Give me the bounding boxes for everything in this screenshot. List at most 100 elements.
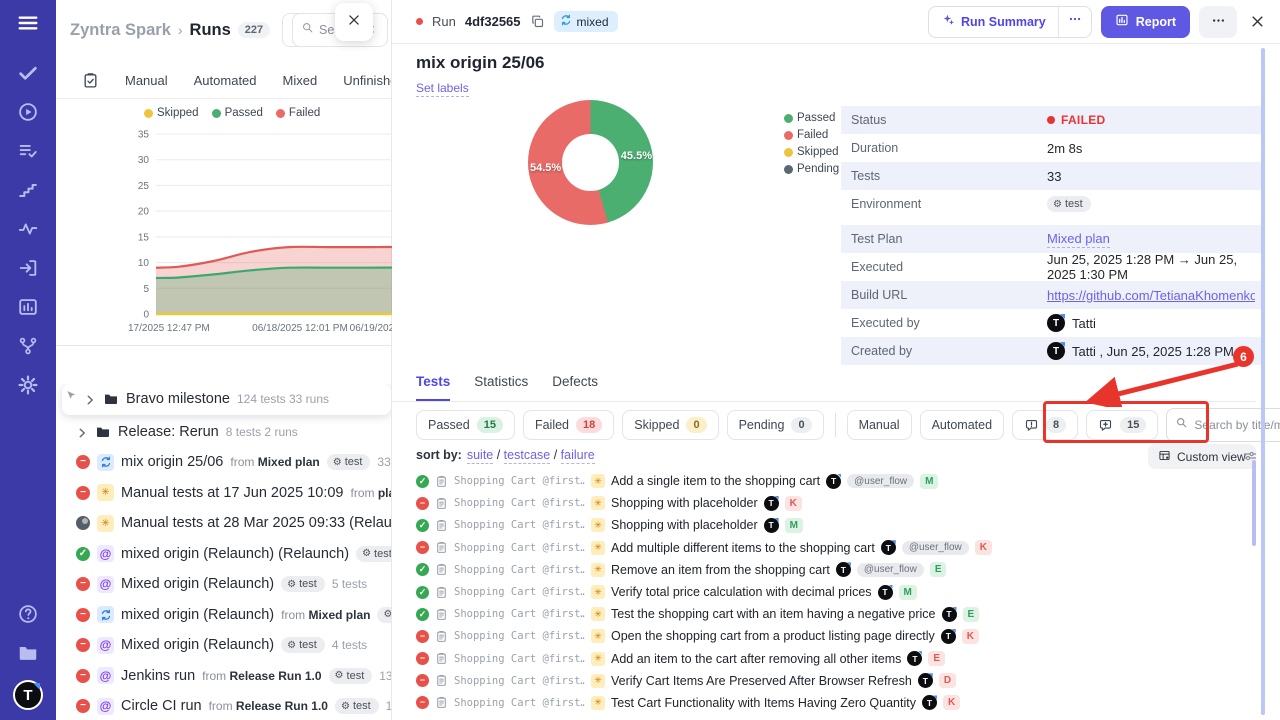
test-row[interactable]: −Shopping Cart @first…✳Add multiple diff… <box>416 537 1246 559</box>
run-row[interactable]: −@Jenkins runfrom Release Run 1.0⚙test13… <box>56 661 391 692</box>
info-label: Build URL <box>851 288 1047 302</box>
filter-passed-button[interactable]: Passed15 <box>416 410 515 440</box>
main-scrollbar[interactable] <box>1261 48 1265 715</box>
svg-text:30: 30 <box>138 155 150 166</box>
test-row[interactable]: −Shopping Cart @first…✳Add an item to th… <box>416 648 1246 670</box>
filter-label: Skipped <box>634 418 679 432</box>
info-row-build-url: Build URLhttps://github.com/TetianaKhome… <box>841 281 1265 309</box>
test-row[interactable]: −Shopping Cart @first…✳Verify Cart Items… <box>416 670 1246 692</box>
run-row[interactable]: −mixed origin (Relaunch)from Mixed plan⚙… <box>56 600 391 631</box>
sort-by-failure[interactable]: failure <box>561 448 595 464</box>
filter-count-badge: 8 <box>1046 417 1066 433</box>
run-folder-row[interactable]: Bravo milestone124 tests 33 runs <box>62 384 391 415</box>
test-row[interactable]: ✓Shopping Cart @first…✳Test the shopping… <box>416 603 1246 625</box>
gear-icon[interactable] <box>16 373 40 397</box>
assignee-avatar: T <box>922 695 937 710</box>
run-row[interactable]: −@Circle CI runfrom Release Run 1.0⚙test… <box>56 691 391 720</box>
play-circle-icon[interactable] <box>16 100 40 124</box>
test-row[interactable]: −Shopping Cart @first…✳Shopping with pla… <box>416 492 1246 514</box>
test-suite: Shopping Cart @first… <box>454 475 585 487</box>
filter-pending-button[interactable]: Pending0 <box>727 410 824 440</box>
git-branch-icon[interactable] <box>16 334 40 358</box>
sort-by-testcase[interactable]: testcase <box>504 448 551 464</box>
filter-automated-button[interactable]: Automated <box>920 410 1004 440</box>
test-suite: Shopping Cart @first… <box>454 519 585 531</box>
filters-divider <box>835 413 836 437</box>
filter-skipped-button[interactable]: Skipped0 <box>622 410 718 440</box>
info-label: Status <box>851 113 1047 127</box>
test-plan-link[interactable]: Mixed plan <box>1047 231 1110 248</box>
run-row[interactable]: −@Mixed origin (Relaunch)⚙test5 tests <box>56 569 391 600</box>
run-row[interactable]: −✳Manual tests at 17 Jun 2025 10:09from … <box>56 478 391 509</box>
filter-label: Pending <box>739 418 785 432</box>
run-row[interactable]: −mix origin 25/06from Mixed plan⚙test33 … <box>56 447 391 478</box>
check-icon[interactable] <box>16 61 40 85</box>
svg-text:06/18/2025 12:01 PM: 06/18/2025 12:01 PM <box>252 323 348 334</box>
run-summary-button[interactable]: Run Summary <box>928 6 1092 38</box>
filter-failed-button[interactable]: Failed18 <box>523 410 614 440</box>
sign-in-icon[interactable] <box>16 256 40 280</box>
copy-icon[interactable] <box>530 14 545 29</box>
detail-close-button[interactable] <box>1250 14 1266 30</box>
gear-icon: ⚙ <box>335 670 344 681</box>
manual-test-icon: ✳ <box>591 674 605 688</box>
test-row[interactable]: ✓Shopping Cart @first…✳Verify total pric… <box>416 581 1246 603</box>
runs-tab-unfinished[interactable]: Unfinished <box>343 73 391 88</box>
run-row[interactable]: ✳Manual tests at 28 Mar 2025 09:33 (Rela… <box>56 508 391 539</box>
more-actions-button[interactable] <box>1199 6 1237 38</box>
legend-dot <box>212 109 221 118</box>
comments-filter-button[interactable]: 8 <box>1012 410 1078 440</box>
runs-tab-manual[interactable]: Manual <box>125 73 168 88</box>
run-type-badge[interactable]: mixed <box>554 11 618 32</box>
breadcrumb-brand[interactable]: Zyntra Spark <box>70 21 171 40</box>
tests-scrollbar[interactable] <box>1252 460 1256 546</box>
assignee-avatar: T <box>836 562 851 577</box>
run-row[interactable]: ✓@mixed origin (Relaunch) (Relaunch)⚙tes… <box>56 539 391 570</box>
report-button[interactable]: Report <box>1101 6 1190 38</box>
test-row[interactable]: ✓Shopping Cart @first…✳Remove an item fr… <box>416 559 1246 581</box>
test-row[interactable]: −Shopping Cart @first…✳Test Cart Functio… <box>416 692 1246 714</box>
info-value-text: Tatti , Jun 25, 2025 1:28 PM <box>1072 344 1234 359</box>
filter-manual-button[interactable]: Manual <box>847 410 912 440</box>
panel-close-button[interactable] <box>335 3 373 41</box>
clipboard-icon <box>435 541 448 554</box>
test-row[interactable]: −Shopping Cart @first…✳Open the shopping… <box>416 625 1246 647</box>
steps-icon[interactable] <box>16 178 40 202</box>
run-id: 4df32565 <box>465 14 521 29</box>
menu-icon[interactable] <box>16 11 40 35</box>
run-status-failed-icon: − <box>76 486 90 500</box>
run-row[interactable]: −@Mixed origin (Relaunch)⚙test4 tests <box>56 630 391 661</box>
sort-row: sort by: suite / testcase / failure <box>416 448 595 462</box>
user-avatar[interactable]: T <box>13 680 43 710</box>
tab-defects[interactable]: Defects <box>552 374 598 401</box>
run-summary-more-button[interactable] <box>1058 7 1091 37</box>
runs-tab-automated[interactable]: Automated <box>194 73 257 88</box>
run-status-dot <box>416 18 423 25</box>
help-icon[interactable] <box>16 602 40 626</box>
test-row[interactable]: ✓Shopping Cart @first…✳Shopping with pla… <box>416 514 1246 536</box>
chevron-right-icon[interactable] <box>84 393 96 405</box>
test-title: Test Cart Functionality with Items Havin… <box>611 696 916 710</box>
folder-icon[interactable] <box>16 641 40 665</box>
bar-chart-icon[interactable] <box>16 295 40 319</box>
sort-by-suite[interactable]: suite <box>467 448 493 464</box>
run-meta: 4 tests <box>332 638 367 652</box>
chevron-right-icon[interactable] <box>76 426 88 438</box>
activity-icon[interactable] <box>16 217 40 241</box>
run-status-failed-icon: − <box>76 608 90 622</box>
tab-statistics[interactable]: Statistics <box>474 374 528 401</box>
custom-view-button[interactable]: Custom view <box>1148 444 1256 469</box>
test-row[interactable]: ✓Shopping Cart @first…✳Add a single item… <box>416 470 1246 492</box>
comments-filter-button[interactable]: 15 <box>1086 410 1158 440</box>
user-flow-badge: @user_flow <box>902 541 969 555</box>
tab-tests[interactable]: Tests <box>416 374 450 401</box>
set-labels-link[interactable]: Set labels <box>416 81 469 97</box>
close-icon <box>1250 16 1265 33</box>
build-url-link[interactable]: https://github.com/TetianaKhomenko/Load-… <box>1047 288 1255 303</box>
list-check-icon[interactable] <box>16 139 40 163</box>
runs-list-icon[interactable] <box>82 72 99 89</box>
run-folder-row[interactable]: Release: Rerun8 tests 2 runs <box>56 417 391 448</box>
tests-search-input[interactable] <box>1194 418 1280 432</box>
run-status-failed-icon: − <box>76 577 90 591</box>
runs-tab-mixed[interactable]: Mixed <box>283 73 318 88</box>
